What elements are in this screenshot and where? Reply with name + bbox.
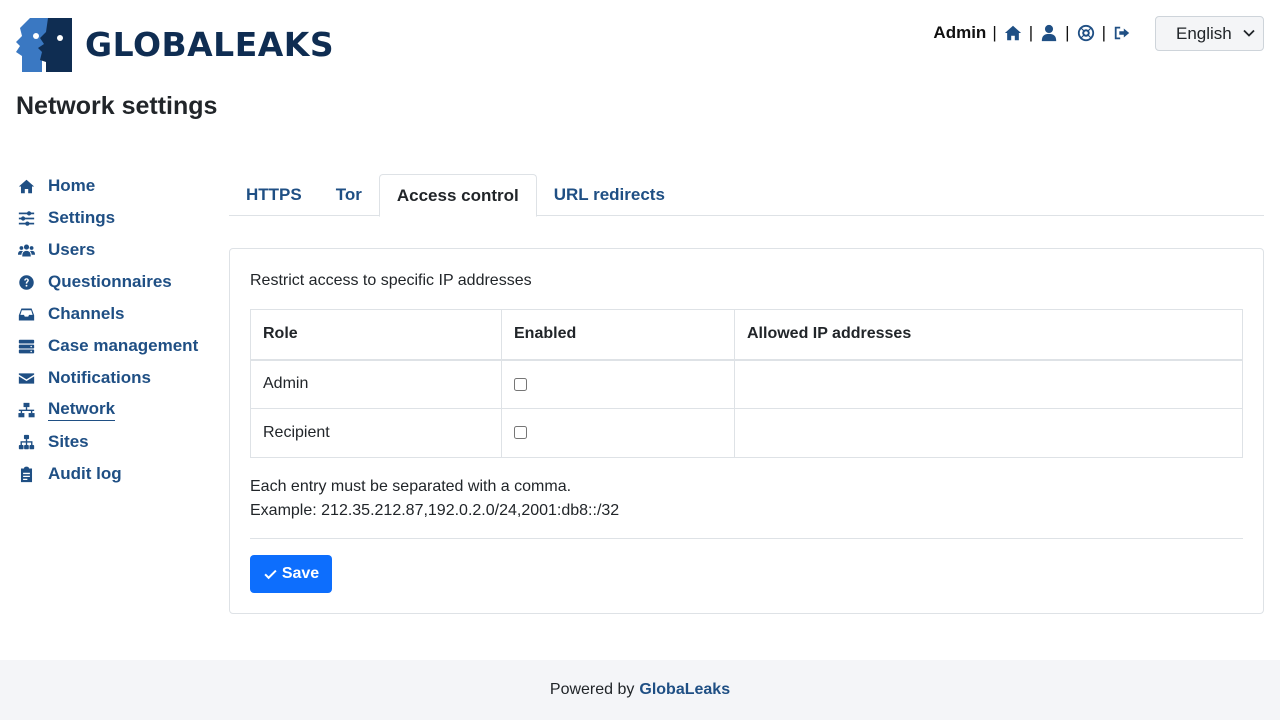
user-icon[interactable] bbox=[1039, 23, 1059, 43]
help-example: Example: 212.35.212.87,192.0.2.0/24,2001… bbox=[250, 502, 620, 519]
username: Admin bbox=[933, 23, 987, 42]
table-header-row: Role Enabled Allowed IP addresses bbox=[250, 309, 1243, 361]
column-header-enabled: Enabled bbox=[501, 309, 735, 361]
separator: | bbox=[1028, 23, 1034, 42]
sidebar-item-label: Users bbox=[48, 240, 96, 259]
sidebar-item-notifications[interactable]: Notifications bbox=[16, 362, 216, 394]
sidebar-item-label: Notifications bbox=[48, 368, 151, 387]
tab-access-control[interactable]: Access control bbox=[378, 174, 537, 217]
home-icon bbox=[16, 176, 36, 196]
inbox-icon bbox=[16, 304, 36, 324]
check-icon bbox=[264, 569, 277, 579]
footer-text: Powered by bbox=[549, 681, 635, 698]
top-navigation: Admin | | | | bbox=[933, 22, 1132, 44]
sidebar-item-settings[interactable]: Settings bbox=[16, 202, 216, 234]
language-select[interactable]: English bbox=[1155, 16, 1264, 51]
network-icon bbox=[16, 400, 36, 420]
access-control-panel: Restrict access to specific IP addresses… bbox=[229, 248, 1264, 614]
allowed-ip-cell[interactable] bbox=[734, 359, 1243, 409]
clipboard-icon bbox=[16, 464, 36, 484]
access-control-table: Role Enabled Allowed IP addresses Admin … bbox=[250, 309, 1243, 458]
sidebar-item-audit-log[interactable]: Audit log bbox=[16, 458, 216, 490]
sidebar-item-channels[interactable]: Channels bbox=[16, 298, 216, 330]
sidebar-item-label: Channels bbox=[48, 304, 125, 323]
separator: | bbox=[992, 23, 997, 42]
globaleaks-logo-icon bbox=[16, 18, 72, 72]
sidebar-item-label: Sites bbox=[48, 432, 89, 451]
sidebar-item-label: Audit log bbox=[48, 464, 122, 483]
chevron-down-icon bbox=[1243, 29, 1255, 37]
logo-text: GLOBALEAKS bbox=[85, 24, 335, 64]
sidebar-item-sites[interactable]: Sites bbox=[16, 426, 216, 458]
allowed-ip-cell[interactable] bbox=[734, 408, 1243, 458]
tab-url-redirects[interactable]: URL redirects bbox=[537, 174, 682, 216]
divider bbox=[250, 538, 1243, 539]
question-circle-icon bbox=[16, 272, 36, 292]
table-row: Recipient bbox=[250, 408, 1243, 458]
panel-description: Restrict access to specific IP addresses bbox=[250, 272, 532, 289]
page-title: Network settings bbox=[16, 92, 218, 120]
sidebar-item-label: Questionnaires bbox=[48, 272, 172, 291]
sidebar-item-network[interactable]: Network bbox=[16, 394, 216, 426]
envelope-icon bbox=[16, 368, 36, 388]
users-icon bbox=[16, 240, 36, 260]
save-button[interactable]: Save bbox=[250, 555, 332, 593]
save-button-label: Save bbox=[281, 565, 320, 582]
sidebar-item-users[interactable]: Users bbox=[16, 234, 216, 266]
logout-icon[interactable] bbox=[1112, 23, 1132, 43]
sidebar-item-case-management[interactable]: Case management bbox=[16, 330, 216, 362]
language-select-value: English bbox=[1176, 23, 1232, 43]
role-cell: Recipient bbox=[250, 408, 502, 458]
table-row: Admin bbox=[250, 359, 1243, 409]
tab-tor[interactable]: Tor bbox=[319, 174, 379, 216]
separator: | bbox=[1101, 23, 1106, 42]
sliders-icon bbox=[16, 208, 36, 228]
sitemap-icon bbox=[16, 432, 36, 452]
tab-https[interactable]: HTTPS bbox=[229, 174, 319, 216]
column-header-role: Role bbox=[250, 309, 502, 361]
sidebar-item-label: Home bbox=[48, 176, 96, 195]
sidebar-item-label: Network bbox=[48, 399, 116, 421]
home-icon[interactable] bbox=[1003, 23, 1023, 43]
column-header-allowed-ip: Allowed IP addresses bbox=[734, 309, 1243, 361]
sidebar-item-label: Case management bbox=[48, 336, 199, 355]
recipient-enabled-checkbox[interactable] bbox=[514, 426, 527, 440]
logo[interactable]: GLOBALEAKS bbox=[16, 16, 334, 72]
help-text: Each entry must be separated with a comm… bbox=[250, 478, 572, 495]
tab-bar: HTTPS Tor Access control URL redirects bbox=[229, 174, 1264, 217]
separator: | bbox=[1065, 23, 1070, 42]
stack-icon bbox=[16, 336, 36, 356]
sidebar-item-questionnaires[interactable]: Questionnaires bbox=[16, 266, 216, 298]
role-cell: Admin bbox=[250, 359, 502, 409]
enabled-cell bbox=[501, 408, 735, 458]
sidebar: Home Settings Users Questionnaires Chann… bbox=[16, 170, 216, 490]
support-icon[interactable] bbox=[1076, 23, 1096, 43]
footer: Powered by GlobaLeaks bbox=[0, 660, 1280, 720]
admin-enabled-checkbox[interactable] bbox=[514, 377, 527, 391]
sidebar-item-label: Settings bbox=[48, 208, 116, 227]
enabled-cell bbox=[501, 359, 735, 409]
footer-link[interactable]: GlobaLeaks bbox=[639, 681, 730, 699]
sidebar-item-home[interactable]: Home bbox=[16, 170, 216, 202]
